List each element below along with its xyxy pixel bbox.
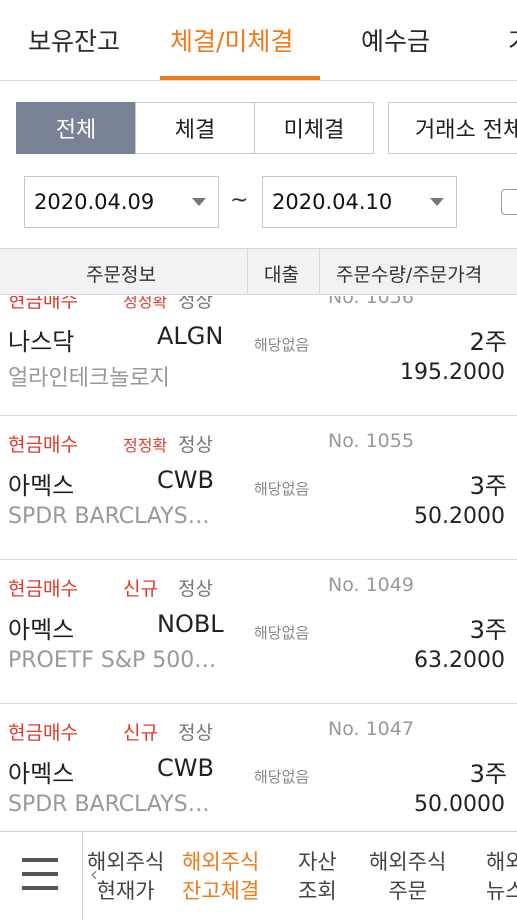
nav-label-line1: 자산: [298, 850, 337, 874]
end-date-select[interactable]: 2020.04.10: [262, 176, 457, 228]
order-status: 정상: [178, 296, 213, 312]
loan-status: 해당없음: [254, 624, 310, 642]
order-type: 정정확: [123, 436, 168, 455]
order-quantity: 3주: [469, 760, 507, 788]
nav-overseas-order[interactable]: 해외주식 주문: [369, 848, 446, 906]
order-number: No. 1055: [328, 430, 414, 452]
end-date-value: 2020.04.10: [272, 190, 393, 214]
header-qty-price: 주문수량/주문가격: [336, 264, 483, 286]
nav-overseas-balance[interactable]: 해외주식 잔고체결: [182, 848, 259, 906]
order-price: 195.2000: [400, 360, 505, 385]
order-quantity: 2주: [469, 328, 507, 356]
option-checkbox[interactable]: [501, 189, 517, 215]
tab-deposit[interactable]: 예수금: [361, 22, 430, 58]
header-divider: [319, 249, 320, 295]
loan-status: 해당없음: [254, 768, 310, 786]
order-status: 정상: [178, 722, 213, 744]
stock-name: SPDR BARCLAYS…: [8, 792, 210, 817]
order-price: 63.2000: [414, 648, 505, 673]
active-tab-indicator: [160, 76, 320, 80]
ticker-symbol: ALGN: [157, 322, 224, 350]
order-number: No. 1049: [328, 574, 414, 596]
order-type: 신규: [123, 578, 158, 600]
ticker-symbol: NOBL: [157, 610, 224, 638]
nav-label-line2: 잔고체결: [182, 879, 260, 903]
loan-status: 해당없음: [254, 336, 310, 354]
nav-label-line1: 해외주식: [87, 850, 165, 874]
order-row[interactable]: 현금매수 정정확 정상 No. 1056 나스닥 ALGN 해당없음 2주 얼라…: [0, 296, 517, 416]
order-row[interactable]: 현금매수 정정확 정상 No. 1055 아멕스 CWB 해당없음 3주 SPD…: [0, 416, 517, 560]
market-name: 나스닥: [8, 328, 75, 356]
nav-label-line2: 뉴스: [486, 879, 517, 903]
chevron-down-icon: [192, 198, 206, 206]
date-range-separator: ~: [230, 188, 249, 213]
order-price: 50.2000: [414, 504, 505, 529]
filter-all-button[interactable]: 전체: [16, 102, 136, 154]
market-name: 아멕스: [8, 472, 75, 500]
market-name: 아멕스: [8, 616, 75, 644]
market-name: 아멕스: [8, 760, 75, 788]
nav-label-line1: 해외주식: [182, 850, 260, 874]
hamburger-menu-icon[interactable]: [22, 858, 58, 890]
nav-divider: [82, 832, 83, 920]
loan-status: 해당없음: [254, 480, 310, 498]
nav-asset-inquiry[interactable]: 자산 조회: [298, 848, 337, 906]
start-date-select[interactable]: 2020.04.09: [24, 176, 219, 228]
header-order-info: 주문정보: [86, 264, 156, 286]
filter-unfilled-button[interactable]: 미체결: [254, 102, 374, 154]
header-divider: [247, 249, 248, 295]
filter-filled-button[interactable]: 체결: [135, 102, 255, 154]
order-number: No. 1056: [328, 296, 414, 308]
nav-label-line2: 주문: [388, 879, 427, 903]
nav-overseas-quote[interactable]: 해외주식 현재가: [87, 848, 164, 906]
order-price: 50.0000: [414, 792, 505, 817]
ticker-symbol: CWB: [157, 754, 214, 782]
order-kind: 현금매수: [8, 722, 78, 744]
order-status: 정상: [178, 578, 213, 600]
order-number: No. 1047: [328, 718, 414, 740]
exchange-select[interactable]: 거래소 전체: [388, 102, 517, 154]
stock-name: 얼라인테크놀로지: [8, 366, 170, 391]
order-type: 신규: [123, 722, 158, 744]
nav-label-line2: 조회: [298, 879, 337, 903]
order-quantity: 3주: [469, 616, 507, 644]
order-kind: 현금매수: [8, 296, 78, 312]
tab-filled-unfilled[interactable]: 체결/미체결: [170, 22, 293, 58]
nav-label-line2: 현재가: [96, 879, 155, 903]
order-type: 정정확: [123, 296, 168, 311]
chevron-down-icon: [430, 198, 444, 206]
start-date-value: 2020.04.09: [34, 190, 155, 214]
header-loan: 대출: [264, 264, 299, 286]
nav-label-line1: 해외: [486, 850, 517, 874]
tab-holdings[interactable]: 보유잔고: [28, 22, 120, 58]
stock-name: SPDR BARCLAYS…: [8, 504, 210, 529]
order-row[interactable]: 현금매수 신규 정상 No. 1047 아멕스 CWB 해당없음 3주 SPDR…: [0, 704, 517, 830]
stock-name: PROETF S&P 500…: [8, 648, 217, 673]
bottom-nav-bar: ‹ 해외주식 현재가 해외주식 잔고체결 자산 조회 해외주식 주문 해외 뉴스: [0, 831, 517, 920]
order-kind: 현금매수: [8, 578, 78, 600]
ticker-symbol: CWB: [157, 466, 214, 494]
order-list[interactable]: 현금매수 정정확 정상 No. 1056 나스닥 ALGN 해당없음 2주 얼라…: [0, 296, 517, 830]
order-status: 정상: [178, 434, 213, 456]
nav-overseas-news[interactable]: 해외 뉴스: [486, 848, 517, 906]
table-header: 주문정보 대출 주문수량/주문가격: [0, 248, 517, 295]
order-kind: 현금매수: [8, 434, 78, 456]
order-quantity: 3주: [469, 472, 507, 500]
nav-label-line1: 해외주식: [369, 850, 447, 874]
top-tab-bar: 보유잔고 체결/미체결 예수금 기: [0, 0, 517, 81]
order-row[interactable]: 현금매수 신규 정상 No. 1049 아멕스 NOBL 해당없음 3주 PRO…: [0, 560, 517, 704]
tab-more[interactable]: 기: [508, 22, 517, 58]
